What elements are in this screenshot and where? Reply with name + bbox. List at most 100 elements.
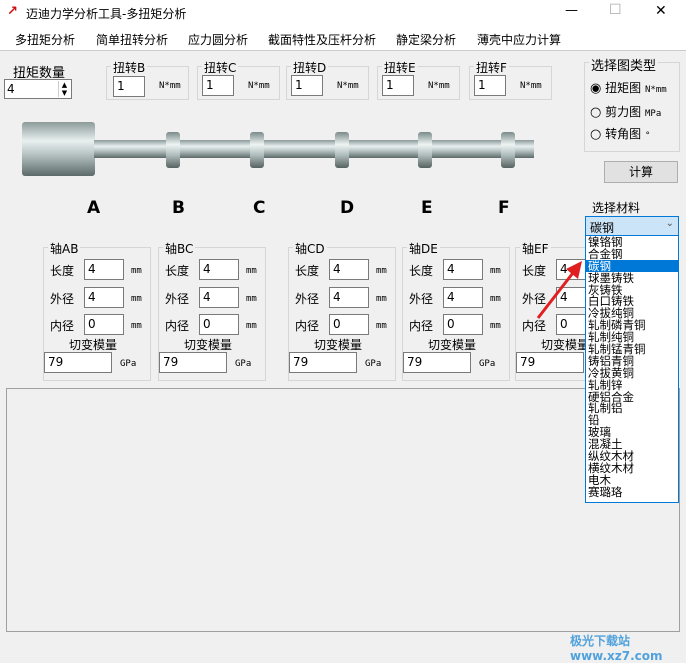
torque-c-input[interactable]: 1	[202, 75, 234, 96]
material-option[interactable]: 赛璐珞	[586, 486, 678, 498]
material-select[interactable]: 碳钢 ⌄	[585, 216, 679, 236]
axis-mm-unit: mm	[131, 266, 142, 276]
axis-mm-unit: mm	[131, 321, 142, 331]
axis-length-label: 长度	[409, 264, 434, 278]
axis-group: 轴BC 长度 4 mm 外径 4 mm 内径 0 mm 切变模量 79 GPa	[158, 240, 266, 381]
axis-shear-input[interactable]: 79	[403, 352, 471, 373]
point-f-label: F	[498, 198, 510, 218]
shaft-rod	[94, 140, 534, 158]
shaft-collar-d	[335, 132, 349, 168]
axis-shear-label: 切变模量	[69, 338, 118, 352]
radio-shear-label: 剪力图	[605, 105, 642, 119]
axis-shear-input[interactable]: 79	[44, 352, 112, 373]
chart-type-group: 选择图类型 ◉ 扭矩图 N*mm ○ 剪力图 MPa ○ 转角图 °	[584, 55, 680, 152]
torque-c-label: 扭转C	[202, 59, 239, 76]
axis-inner-input[interactable]: 0	[443, 314, 483, 335]
material-option[interactable]: 铸铝青铜	[586, 355, 678, 367]
axis-outer-label: 外径	[409, 292, 434, 306]
torque-e-input[interactable]: 1	[382, 75, 414, 96]
torque-e-group: 扭转E 1 N*mm	[377, 59, 460, 100]
axis-outer-input[interactable]: 4	[443, 287, 483, 308]
axis-mm-unit: mm	[246, 294, 257, 304]
torque-count-spinner[interactable]: 4 ▲ ▼	[4, 79, 72, 99]
axis-gpa-unit: GPa	[365, 359, 382, 369]
shaft-collar-b	[166, 132, 180, 168]
radio-angle-label: 转角图	[605, 127, 642, 141]
material-selected-value: 碳钢	[590, 221, 615, 235]
axis-mm-unit: mm	[131, 294, 142, 304]
maximize-button[interactable]: ☐	[609, 2, 622, 18]
radio-shear[interactable]: ○ 剪力图 MPa	[590, 103, 661, 120]
axis-shear-input[interactable]: 79	[516, 352, 584, 373]
axis-inner-label: 内径	[50, 319, 75, 333]
menu-multi-torque[interactable]: 多扭矩分析	[15, 31, 75, 48]
menu-simple-torsion[interactable]: 简单扭转分析	[96, 31, 168, 48]
material-option[interactable]: 电木	[586, 474, 678, 486]
axis-group: 轴DE 长度 4 mm 外径 4 mm 内径 0 mm 切变模量 79 GPa	[402, 240, 510, 381]
axis-length-label: 长度	[165, 264, 190, 278]
axis-mm-unit: mm	[490, 294, 501, 304]
axis-length-input[interactable]: 4	[443, 259, 483, 280]
axis-title: 轴AB	[48, 240, 81, 257]
axis-mm-unit: mm	[246, 266, 257, 276]
radio-angle-unit: °	[645, 131, 651, 141]
axis-shear-label: 切变模量	[184, 338, 233, 352]
material-option[interactable]: 冷拔黄铜	[586, 367, 678, 379]
radio-torque-unit: N*mm	[645, 85, 667, 95]
torque-b-input[interactable]: 1	[113, 76, 145, 97]
menu-section[interactable]: 截面特性及压杆分析	[268, 31, 376, 48]
torque-f-input[interactable]: 1	[474, 75, 506, 96]
axis-length-label: 长度	[50, 264, 75, 278]
axis-mm-unit: mm	[376, 321, 387, 331]
material-option[interactable]: 球墨铸铁	[586, 272, 678, 284]
axis-shear-input[interactable]: 79	[289, 352, 357, 373]
axis-outer-input[interactable]: 4	[329, 287, 369, 308]
torque-e-label: 扭转E	[382, 59, 418, 76]
torque-e-unit: N*mm	[428, 81, 450, 91]
axis-gpa-unit: GPa	[235, 359, 252, 369]
menu-shell[interactable]: 薄壳中应力计算	[477, 31, 561, 48]
torque-d-unit: N*mm	[337, 81, 359, 91]
axis-length-input[interactable]: 4	[84, 259, 124, 280]
axis-inner-label: 内径	[165, 319, 190, 333]
axis-inner-input[interactable]: 0	[84, 314, 124, 335]
shaft-collar-f	[501, 132, 515, 168]
axis-outer-label: 外径	[295, 292, 320, 306]
shaft-large-segment	[22, 122, 95, 176]
torque-f-label: 扭转F	[474, 59, 509, 76]
axis-mm-unit: mm	[376, 266, 387, 276]
axis-length-input[interactable]: 4	[199, 259, 239, 280]
torque-b-label: 扭转B	[111, 59, 148, 76]
close-button[interactable]: ✕	[655, 3, 667, 19]
material-option[interactable]: 碳钢	[586, 259, 678, 272]
axis-inner-label: 内径	[409, 319, 434, 333]
axis-inner-input[interactable]: 0	[329, 314, 369, 335]
spinner-arrows-icon[interactable]: ▲ ▼	[58, 81, 70, 97]
material-option[interactable]: 合金钢	[586, 248, 678, 260]
axis-outer-input[interactable]: 4	[84, 287, 124, 308]
radio-torque[interactable]: ◉ 扭矩图 N*mm	[590, 79, 667, 96]
chart-output-area	[6, 388, 680, 632]
axis-mm-unit: mm	[490, 266, 501, 276]
axis-length-input[interactable]: 4	[329, 259, 369, 280]
minimize-button[interactable]: —	[565, 3, 578, 18]
torque-d-input[interactable]: 1	[291, 75, 323, 96]
radio-angle[interactable]: ○ 转角图 °	[590, 125, 650, 142]
menu-stress-circle[interactable]: 应力圆分析	[188, 31, 248, 48]
material-dropdown-list[interactable]: 镍铬钢 合金钢 碳钢 球墨铸铁 灰铸铁 白口铸铁 冷拔纯铜 轧制磷青铜 轧制纯铜 轧制锰青铜 铸铝青…	[585, 235, 679, 503]
axis-title: 轴CD	[293, 240, 327, 257]
axis-title: 轴BC	[163, 240, 196, 257]
menu-beam[interactable]: 静定梁分析	[396, 31, 456, 48]
menu-bar: 多扭矩分析 简单扭转分析 应力圆分析 截面特性及压杆分析 静定梁分析 薄壳中应力…	[0, 26, 686, 51]
axis-shear-label: 切变模量	[541, 338, 590, 352]
watermark: 极光下载站 www.xz7.com	[570, 634, 663, 663]
axis-shear-input[interactable]: 79	[159, 352, 227, 373]
calculate-button[interactable]: 计算	[604, 161, 678, 183]
shaft-collar-c	[250, 132, 264, 168]
title-bar: ↗ 迈迪力学分析工具-多扭矩分析 — ☐ ✕	[0, 0, 686, 26]
material-option[interactable]: 轧制锌	[586, 379, 678, 391]
torque-count-value: 4	[7, 82, 15, 96]
axis-outer-input[interactable]: 4	[199, 287, 239, 308]
chevron-down-icon: ⌄	[665, 218, 674, 229]
axis-inner-input[interactable]: 0	[199, 314, 239, 335]
